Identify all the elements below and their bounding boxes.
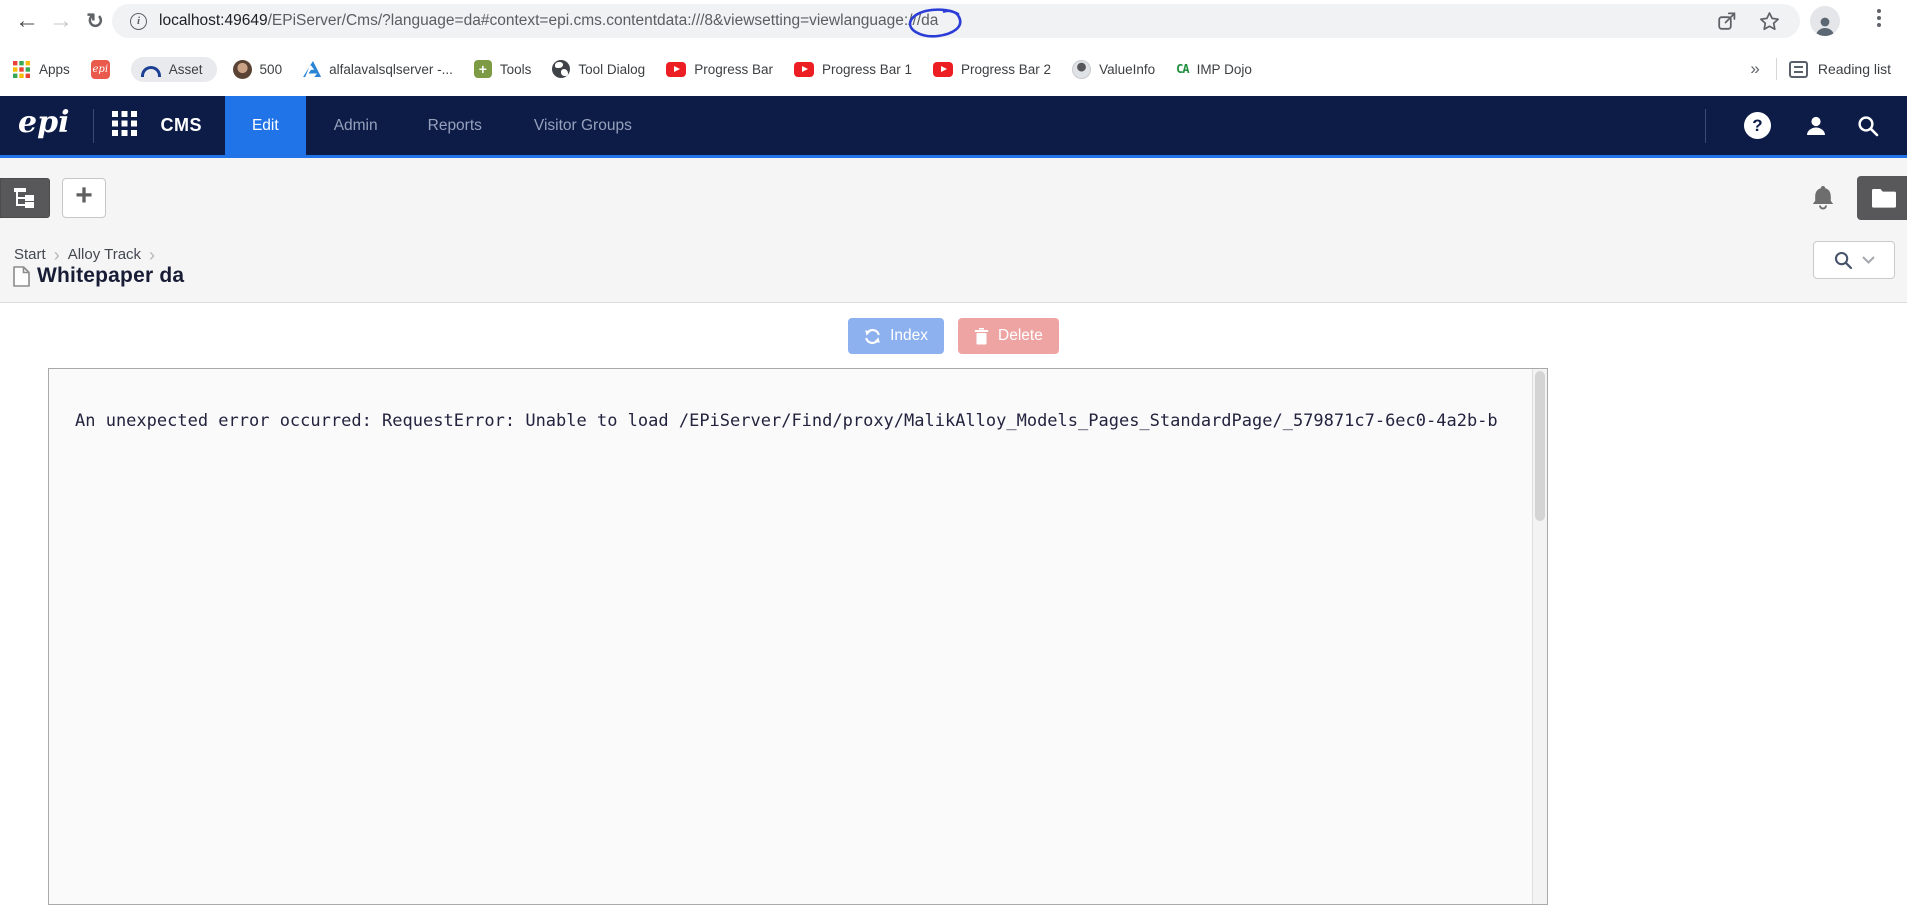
browser-profile-avatar[interactable]	[1810, 6, 1840, 36]
notifications-button[interactable]	[1810, 184, 1836, 216]
apps-grid-icon	[12, 60, 31, 79]
search-icon	[1834, 251, 1853, 270]
chat-plus-icon: +	[474, 60, 492, 78]
address-bar[interactable]: i localhost:49649/EPiServer/Cms/?languag…	[112, 4, 1800, 38]
page-tree-icon	[13, 187, 38, 210]
bookmark-tool-dialog[interactable]: Tool Dialog	[552, 60, 645, 78]
bookmark-star-icon[interactable]	[1759, 11, 1780, 32]
bookmark-progress-bar[interactable]: Progress Bar	[666, 62, 773, 77]
episerver-logo: epi	[18, 108, 69, 144]
delete-button[interactable]: Delete	[958, 318, 1059, 354]
search-icon	[1857, 115, 1879, 137]
tab-edit[interactable]: Edit	[225, 96, 306, 155]
bookmark-apps[interactable]: Apps	[12, 60, 70, 79]
globe-icon	[552, 60, 570, 78]
refresh-icon	[864, 328, 881, 345]
url-language-segment: /da	[917, 12, 939, 30]
bookmark-valueinfo[interactable]: ValueInfo	[1072, 60, 1155, 79]
breadcrumb: Start › Alloy Track ›	[14, 246, 155, 263]
toggle-navigation-pane-button[interactable]	[0, 178, 50, 218]
chevron-down-icon	[1862, 256, 1875, 264]
product-label-cms[interactable]: CMS	[160, 115, 202, 136]
search-dropdown-button[interactable]	[1813, 241, 1895, 279]
browser-toolbar: ← → ↻ i localhost:49649/EPiServer/Cms/?l…	[0, 0, 1907, 42]
chevron-right-icon: ›	[149, 248, 155, 262]
vertical-scrollbar[interactable]	[1532, 369, 1547, 904]
bookmark-progress-bar-2[interactable]: Progress Bar 2	[933, 62, 1051, 77]
help-button[interactable]: ?	[1744, 112, 1771, 139]
nav-divider	[1705, 109, 1706, 143]
bookmark-alfalavalsqlserver[interactable]: alfalavalsqlserver -...	[303, 61, 453, 77]
trash-icon	[974, 328, 989, 345]
toggle-assets-pane-button[interactable]	[1857, 176, 1907, 220]
bell-icon	[1810, 184, 1836, 211]
bookmark-episerver[interactable]: epi	[91, 60, 110, 79]
alfa-laval-arc-icon	[141, 66, 161, 77]
action-buttons: Index Delete	[0, 304, 1907, 354]
user-menu-button[interactable]	[1805, 116, 1827, 135]
tab-admin[interactable]: Admin	[334, 96, 378, 155]
breadcrumb-start[interactable]: Start	[14, 246, 46, 263]
page-title-row: Whitepaper da	[13, 264, 184, 288]
share-icon[interactable]	[1717, 11, 1737, 31]
bookmark-asset[interactable]: Asset	[131, 57, 217, 82]
bookmark-progress-bar-1[interactable]: Progress Bar 1	[794, 62, 912, 77]
bookmark-tools[interactable]: + Tools	[474, 60, 532, 78]
folder-icon	[1871, 188, 1897, 208]
browser-back-button[interactable]: ←	[10, 9, 44, 33]
index-button[interactable]: Index	[848, 318, 944, 354]
browser-window: ← → ↻ i localhost:49649/EPiServer/Cms/?l…	[0, 0, 1907, 910]
photo-avatar-icon	[1072, 60, 1091, 79]
person-icon	[1814, 14, 1836, 36]
episerver-favicon-icon: epi	[91, 60, 110, 79]
bookmark-imp-dojo[interactable]: CA IMP Dojo	[1176, 62, 1252, 77]
azure-icon	[303, 61, 321, 77]
ca-letters-icon: CA	[1176, 62, 1188, 76]
reading-list-button[interactable]: Reading list	[1789, 61, 1891, 78]
chevron-right-icon: ›	[54, 248, 60, 262]
error-panel: An unexpected error occurred: RequestErr…	[48, 368, 1548, 905]
global-search-button[interactable]	[1857, 115, 1879, 137]
youtube-icon	[666, 62, 686, 77]
app-switcher-icon[interactable]	[111, 110, 138, 142]
bookmarks-divider	[1776, 58, 1777, 80]
url-path: /EPiServer/Cms/?language=da#context=epi.…	[268, 12, 917, 29]
tab-visitor-groups[interactable]: Visitor Groups	[534, 96, 632, 155]
browser-reload-button[interactable]: ↻	[78, 11, 112, 32]
breadcrumb-alloy-track[interactable]: Alloy Track	[68, 246, 141, 263]
youtube-icon	[933, 62, 953, 77]
url-text: localhost:49649/EPiServer/Cms/?language=…	[159, 12, 938, 30]
bookmarks-overflow-button[interactable]: »	[1740, 59, 1769, 79]
episerver-top-nav: epi CMS Edit Admin Reports Visitor Group…	[0, 96, 1907, 158]
edit-view-toolbar: + Start › Alloy Track ›	[0, 158, 1907, 303]
browser-menu-button[interactable]	[1877, 9, 1881, 27]
tab-reports[interactable]: Reports	[428, 96, 482, 155]
browser-forward-button[interactable]: →	[44, 9, 78, 33]
page-title: Whitepaper da	[37, 264, 184, 288]
youtube-icon	[794, 62, 814, 77]
url-host: localhost:49649	[159, 12, 268, 29]
nav-divider	[93, 109, 94, 143]
site-info-icon[interactable]: i	[130, 13, 147, 30]
scrollbar-thumb[interactable]	[1535, 371, 1545, 521]
new-page-button[interactable]: +	[62, 178, 106, 218]
bookmark-500[interactable]: 500	[233, 60, 283, 79]
error-message: An unexpected error occurred: RequestErr…	[49, 369, 1547, 431]
reading-list-icon	[1789, 61, 1808, 78]
photo-avatar-icon	[233, 60, 252, 79]
person-icon	[1805, 116, 1827, 135]
bookmarks-bar: Apps epi Asset 500 alfalavalsqlserver -.…	[0, 42, 1907, 96]
content-area: Index Delete An unexpected error occurre…	[0, 304, 1907, 910]
document-icon	[13, 266, 30, 287]
